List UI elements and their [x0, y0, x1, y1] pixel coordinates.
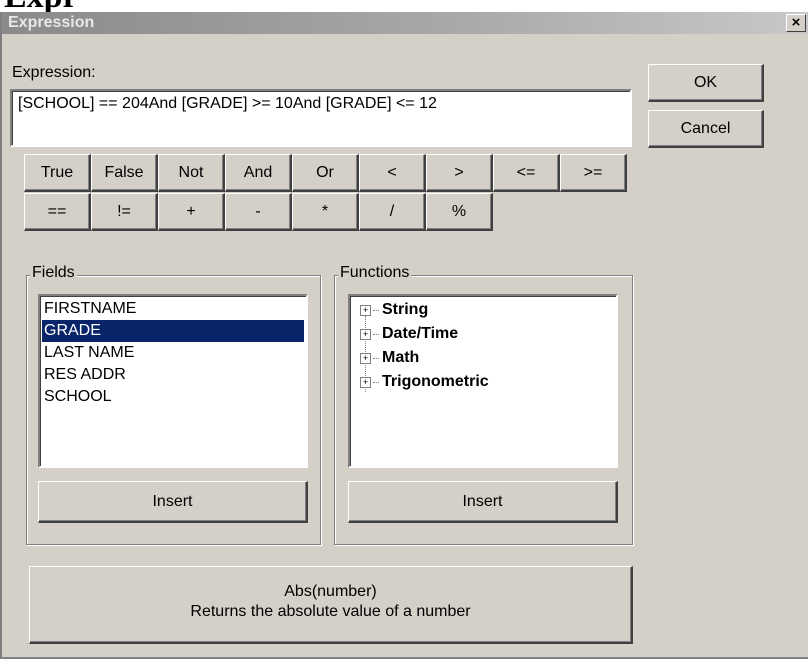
operator-less-equal-button[interactable]: <=	[493, 154, 560, 192]
function-description-text: Returns the absolute value of a number	[190, 603, 471, 620]
operator-less-than-button[interactable]: <	[359, 154, 426, 192]
operator-plus-button[interactable]: +	[158, 193, 225, 231]
function-category-label: String	[382, 301, 429, 318]
operator-greater-equal-button[interactable]: >=	[560, 154, 627, 192]
operator-not-button[interactable]: Not	[158, 154, 225, 192]
expand-icon[interactable]: +	[360, 304, 371, 316]
functions-insert-button[interactable]: Insert	[348, 481, 618, 523]
title-bar[interactable]: Expression ×	[2, 12, 808, 34]
function-description-panel: Abs(number) Returns the absolute value o…	[29, 566, 633, 644]
tree-connector	[373, 357, 379, 359]
field-item[interactable]: SCHOOL	[42, 386, 304, 408]
close-button[interactable]: ×	[786, 14, 806, 32]
field-item[interactable]: GRADE	[42, 320, 304, 342]
tree-connector	[373, 381, 379, 383]
function-category-label: Date/Time	[382, 325, 459, 342]
function-signature: Abs(number)	[284, 583, 377, 600]
expand-icon[interactable]: +	[360, 352, 371, 364]
operator-minus-button[interactable]: -	[225, 193, 292, 231]
function-category-label: Math	[382, 349, 420, 366]
operator-and-button[interactable]: And	[225, 154, 292, 192]
operator-true-button[interactable]: True	[24, 154, 91, 192]
expand-icon[interactable]: +	[360, 328, 371, 340]
fields-legend: Fields	[30, 264, 77, 282]
cancel-button[interactable]: Cancel	[648, 110, 764, 148]
function-category[interactable]: + Trigonometric	[360, 370, 489, 394]
operator-not-equals-button[interactable]: !=	[91, 193, 158, 231]
fields-list[interactable]: FIRSTNAME GRADE LAST NAME RES ADDR SCHOOL	[38, 294, 308, 468]
functions-tree[interactable]: + String + Date/Time + Math + Trigonometric	[348, 294, 618, 468]
ok-button[interactable]: OK	[648, 64, 764, 102]
field-item[interactable]: RES ADDR	[42, 364, 304, 386]
functions-legend: Functions	[338, 264, 412, 282]
expand-icon[interactable]: +	[360, 376, 371, 388]
fields-insert-button[interactable]: Insert	[38, 481, 308, 523]
close-icon: ×	[791, 14, 801, 31]
operator-false-button[interactable]: False	[91, 154, 158, 192]
expression-value: [SCHOOL] == 204And [GRADE] >= 10And [GRA…	[18, 95, 437, 112]
window-title: Expression	[8, 14, 95, 31]
tree-connector	[373, 309, 379, 311]
expression-input[interactable]: [SCHOOL] == 204And [GRADE] >= 10And [GRA…	[10, 89, 632, 147]
expression-label: Expression:	[12, 64, 96, 81]
function-category[interactable]: + String	[360, 298, 428, 322]
operator-greater-than-button[interactable]: >	[426, 154, 493, 192]
function-category-label: Trigonometric	[382, 373, 489, 390]
operator-divide-button[interactable]: /	[359, 193, 426, 231]
field-item[interactable]: FIRSTNAME	[42, 298, 304, 320]
operator-multiply-button[interactable]: *	[292, 193, 359, 231]
operator-or-button[interactable]: Or	[292, 154, 359, 192]
operator-modulo-button[interactable]: %	[426, 193, 493, 231]
function-category[interactable]: + Date/Time	[360, 322, 458, 346]
tree-connector	[373, 333, 379, 335]
field-item[interactable]: LAST NAME	[42, 342, 304, 364]
operator-equals-button[interactable]: ==	[24, 193, 91, 231]
function-category[interactable]: + Math	[360, 346, 419, 370]
expression-dialog: Expression × Expression: [SCHOOL] == 204…	[0, 12, 808, 659]
